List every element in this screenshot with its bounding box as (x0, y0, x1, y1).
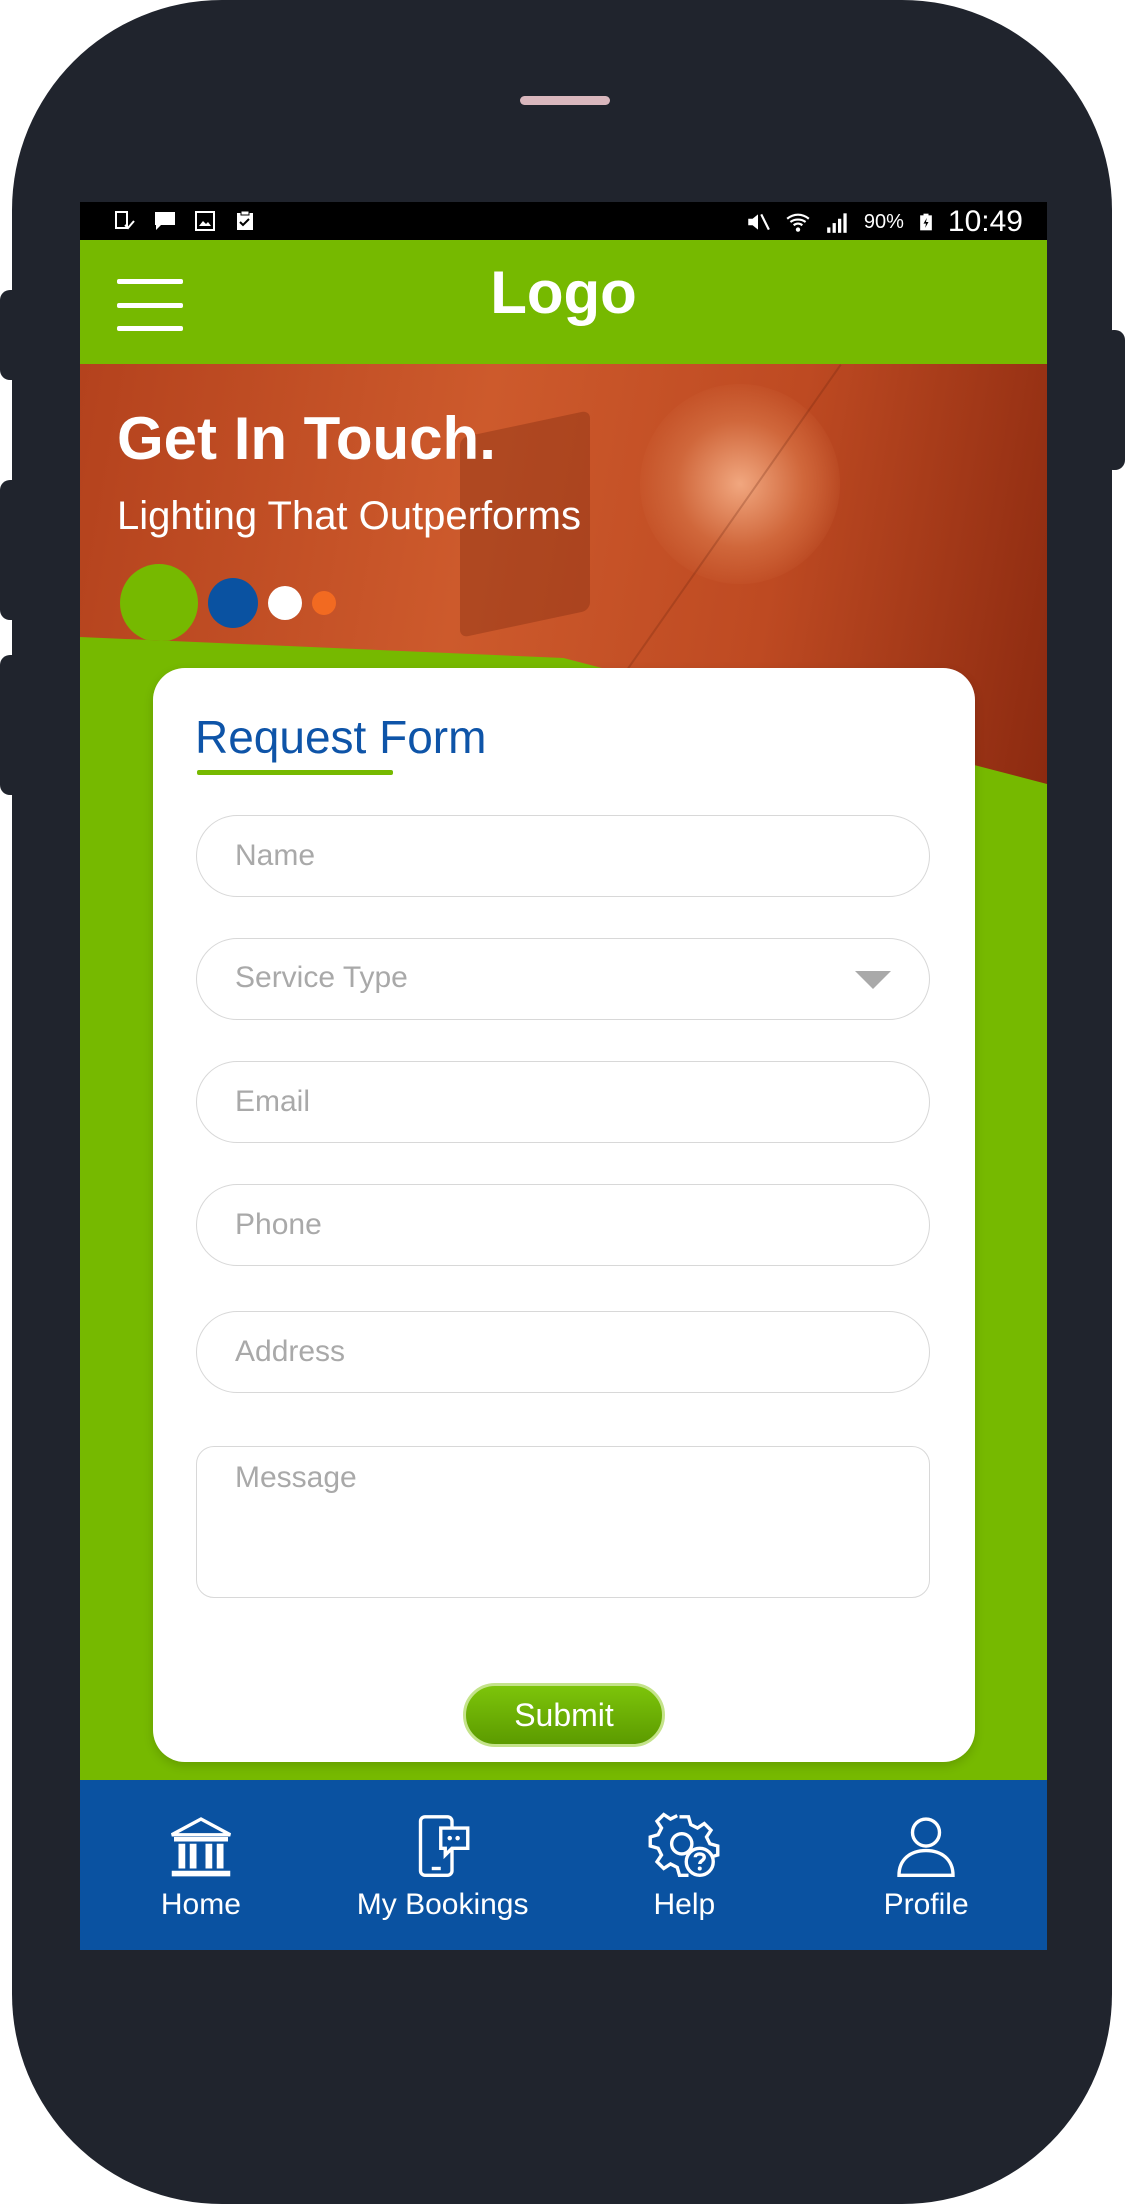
chevron-down-icon (855, 971, 891, 989)
gear-help-icon (648, 1812, 720, 1877)
email-field-wrapper (196, 1061, 930, 1143)
logo: Logo (490, 259, 637, 326)
bottom-navigation: Home My Bookings Help Profile (80, 1780, 1047, 1950)
nav-help[interactable]: Help (564, 1780, 806, 1950)
speaker-grille (520, 96, 610, 105)
nav-profile[interactable]: Profile (805, 1780, 1047, 1950)
hero-title: Get In Touch. (117, 405, 496, 472)
battery-charging-icon (920, 213, 932, 231)
notification-icons (112, 209, 258, 233)
name-field-wrapper (196, 815, 930, 897)
light-bulb-illustration (640, 384, 840, 584)
app-screen: 90% 10:49 Logo Get In Touch. Lighting Th… (80, 202, 1047, 1950)
message-icon (155, 212, 175, 230)
address-field-wrapper (196, 1311, 930, 1393)
device-check-icon (115, 211, 135, 230)
user-icon (897, 1817, 955, 1877)
service-type-select[interactable]: Service Type (196, 938, 930, 1020)
phone-input[interactable] (197, 1185, 929, 1265)
message-field-wrapper (196, 1446, 930, 1598)
nav-my-bookings-label: My Bookings (356, 1888, 529, 1921)
image-icon (195, 211, 215, 231)
carousel-dot[interactable] (208, 578, 258, 628)
carousel-dot-active[interactable] (120, 564, 198, 642)
service-type-placeholder: Service Type (235, 961, 408, 994)
nav-help-label: Help (653, 1888, 716, 1921)
form-title: Request Form (195, 711, 487, 763)
phone-field-wrapper (196, 1184, 930, 1266)
system-status: 90% 10:49 (744, 205, 1023, 239)
app-header: Logo (80, 240, 1047, 364)
bank-icon (170, 1817, 231, 1877)
nav-home[interactable]: Home (80, 1780, 322, 1950)
side-button-right (1103, 330, 1125, 470)
mute-icon (748, 213, 770, 231)
carousel-dots (120, 564, 336, 642)
battery-percent: 90% (863, 210, 904, 233)
wifi-icon (786, 213, 810, 232)
signal-icon (827, 213, 847, 233)
carousel-dot[interactable] (268, 586, 302, 620)
message-textarea[interactable] (197, 1447, 929, 1597)
mobile-chat-icon (418, 1815, 470, 1877)
title-underline (197, 770, 393, 775)
side-button-left-3 (0, 655, 22, 795)
nav-home-label: Home (160, 1888, 241, 1921)
hero-subtitle: Lighting That Outperforms (117, 494, 581, 538)
nav-profile-label: Profile (883, 1888, 969, 1921)
carousel-dot[interactable] (312, 591, 336, 615)
nav-my-bookings[interactable]: My Bookings (322, 1780, 564, 1950)
request-form-card: Request Form Service Type Submit (153, 668, 975, 1762)
side-button-left-2 (0, 480, 22, 620)
side-button-left-1 (0, 290, 22, 380)
clock: 10:49 (947, 205, 1023, 238)
name-input[interactable] (197, 816, 929, 896)
address-input[interactable] (197, 1312, 929, 1392)
email-input[interactable] (197, 1062, 929, 1142)
submit-button[interactable]: Submit (463, 1683, 665, 1747)
clipboard-check-icon (237, 210, 253, 230)
status-bar: 90% 10:49 (80, 202, 1047, 240)
